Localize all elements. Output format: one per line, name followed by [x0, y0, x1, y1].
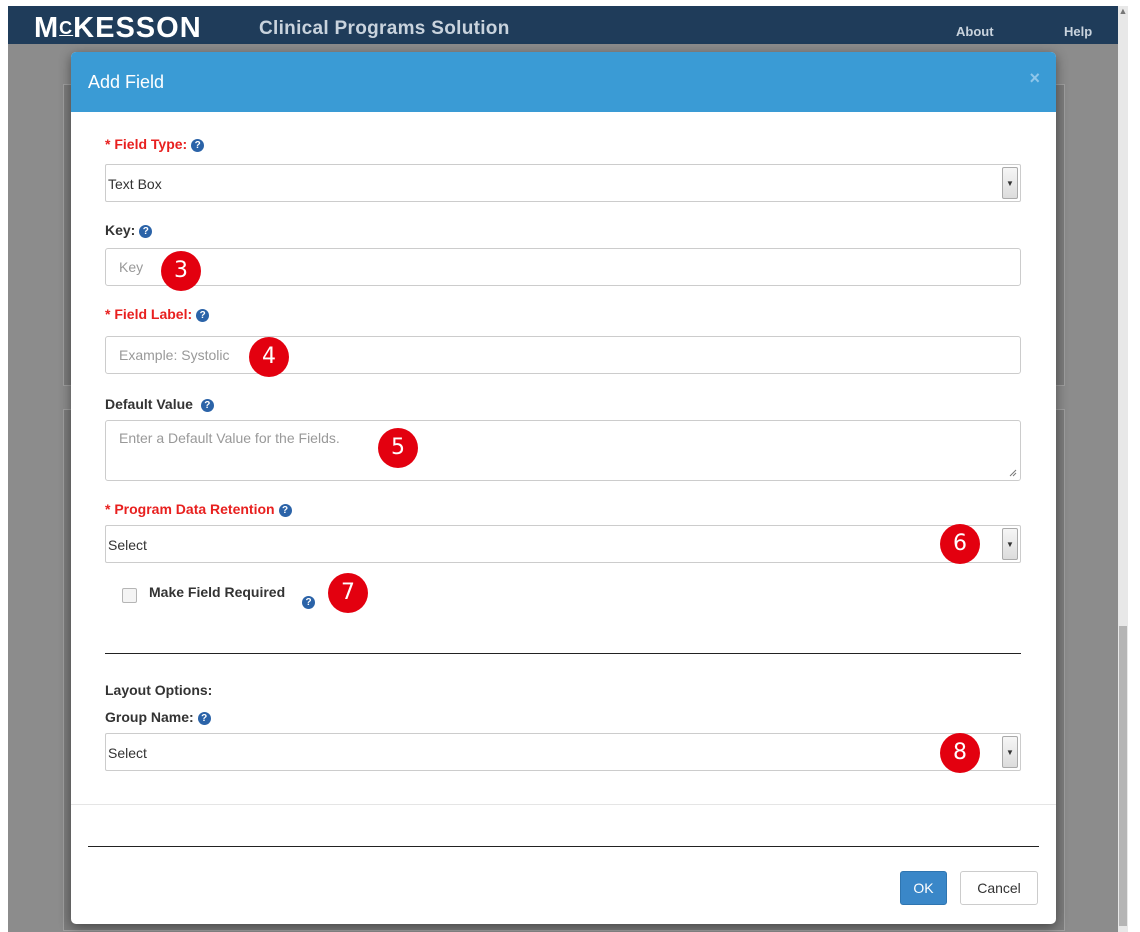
nav-help-link[interactable]: Help: [1064, 24, 1092, 39]
caret-down-icon[interactable]: ▼: [1002, 528, 1018, 560]
field-type-label-text: Field Type:: [114, 136, 188, 152]
required-asterisk: *: [105, 136, 115, 152]
question-circle-icon[interactable]: ?: [196, 309, 210, 322]
logo-text-m: M: [34, 12, 60, 44]
question-circle-icon[interactable]: ?: [191, 139, 205, 152]
cancel-button[interactable]: Cancel: [960, 871, 1038, 905]
annotation-badge-6: 6: [940, 524, 980, 564]
group-name-label: Group Name:?: [105, 709, 211, 725]
section-divider: [105, 653, 1021, 654]
program-data-retention-label: * Program Data Retention?: [105, 501, 292, 517]
field-label-label: * Field Label:?: [105, 306, 210, 322]
field-type-value: Text Box: [108, 176, 162, 192]
app-header: MCKESSON Clinical Programs Solution Abou…: [8, 6, 1118, 44]
annotation-badge-7: 7: [328, 573, 368, 613]
annotation-badge-3: 3: [161, 251, 201, 291]
footer-divider: [88, 846, 1039, 847]
annotation-badge-5: 5: [378, 428, 418, 468]
page-scrollbar[interactable]: ▲: [1118, 6, 1128, 932]
resize-grip-icon[interactable]: [1009, 469, 1017, 477]
scroll-up-arrow-icon[interactable]: ▲: [1118, 6, 1128, 20]
key-label: Key:?: [105, 222, 153, 238]
ok-button[interactable]: OK: [900, 871, 947, 905]
default-value-label: Default Value ?: [105, 396, 214, 412]
close-icon[interactable]: ×: [1029, 68, 1040, 89]
app-title: Clinical Programs Solution: [259, 18, 510, 39]
key-input[interactable]: [105, 248, 1021, 286]
program-data-retention-select[interactable]: Select ▼: [105, 525, 1021, 563]
field-type-select[interactable]: Text Box ▼: [105, 164, 1021, 202]
mckesson-logo: MCKESSON: [34, 13, 202, 43]
question-circle-icon[interactable]: ?: [200, 399, 214, 412]
make-field-required-label[interactable]: Make Field Required: [149, 584, 285, 600]
group-name-value: Select: [108, 745, 147, 761]
program-data-retention-label-text: Program Data Retention: [114, 501, 275, 517]
scroll-thumb[interactable]: [1119, 626, 1127, 926]
required-asterisk: *: [105, 306, 115, 322]
logo-text-c: C: [59, 18, 74, 38]
caret-down-icon[interactable]: ▼: [1002, 167, 1018, 199]
required-asterisk: *: [105, 501, 115, 517]
question-circle-icon[interactable]: ?: [302, 596, 315, 609]
add-field-dialog: Add Field × * Field Type:? Text Box ▼ Ke…: [71, 52, 1056, 924]
dialog-title: Add Field: [88, 72, 165, 92]
caret-down-icon[interactable]: ▼: [1002, 736, 1018, 768]
logo-text-rest: KESSON: [73, 12, 202, 44]
nav-about-link[interactable]: About: [956, 24, 994, 39]
field-label-input[interactable]: [105, 336, 1021, 374]
annotation-badge-8: 8: [940, 733, 980, 773]
question-circle-icon[interactable]: ?: [139, 225, 153, 238]
annotation-badge-4: 4: [249, 337, 289, 377]
group-name-select[interactable]: Select ▼: [105, 733, 1021, 771]
dialog-header: Add Field ×: [71, 52, 1056, 112]
layout-options-heading: Layout Options:: [105, 682, 213, 698]
field-type-label: * Field Type:?: [105, 136, 205, 152]
default-value-label-text: Default Value: [105, 396, 193, 412]
field-label-label-text: Field Label:: [114, 306, 193, 322]
program-data-retention-value: Select: [108, 537, 147, 553]
question-circle-icon[interactable]: ?: [278, 504, 292, 517]
default-value-textarea[interactable]: [105, 420, 1021, 481]
group-name-label-text: Group Name:: [105, 709, 194, 725]
key-label-text: Key:: [105, 222, 136, 238]
body-footer-separator: [71, 804, 1056, 805]
make-field-required-checkbox[interactable]: [122, 588, 137, 603]
question-circle-icon[interactable]: ?: [197, 712, 211, 725]
